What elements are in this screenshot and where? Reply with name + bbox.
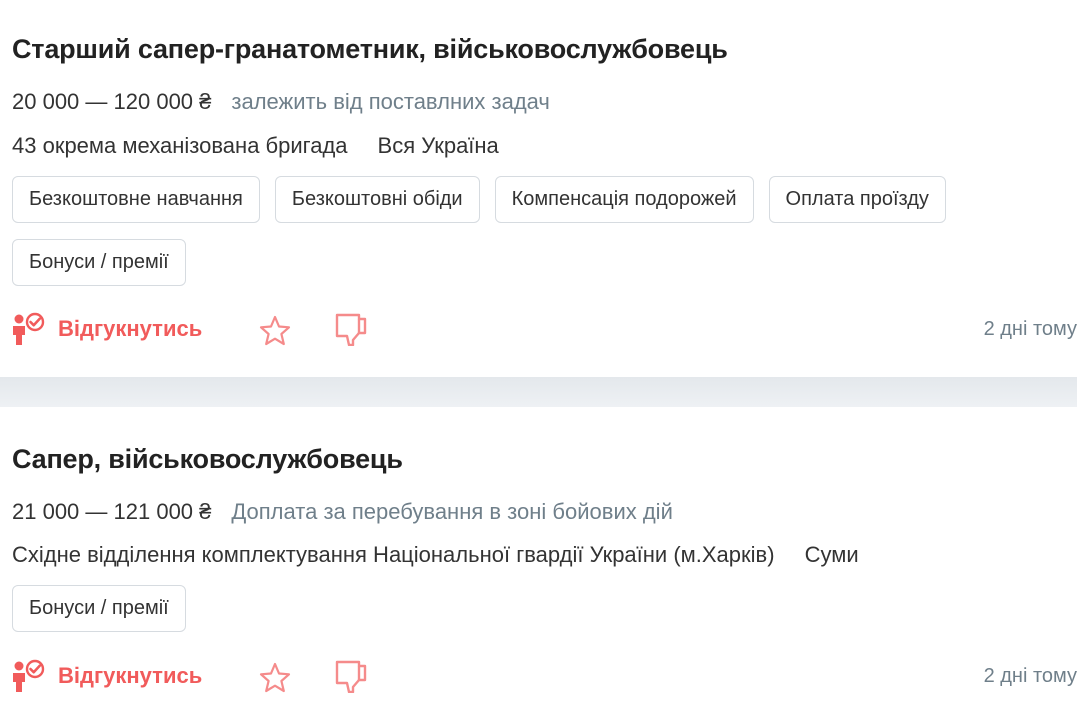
apply-label: Відгукнутись: [58, 316, 203, 341]
salary-note: залежить від поставлних задач: [231, 89, 550, 114]
vacancy-actions: Відгукнутись 2 дні тому: [12, 659, 1077, 695]
company-line: 43 окрема механізована бригада Вся Украї…: [12, 133, 499, 159]
card-divider: [0, 377, 1077, 407]
thumbs-down-icon[interactable]: [334, 659, 368, 693]
company-name[interactable]: Східне відділення комплектування Націона…: [12, 542, 775, 568]
apply-button[interactable]: Відгукнутись: [12, 659, 202, 693]
salary-range: 20 000 — 120 000 ₴: [12, 89, 212, 114]
location: Суми: [804, 542, 859, 567]
salary-line: 21 000 — 121 000 ₴ Доплата за перебуванн…: [12, 499, 673, 525]
vacancy-card: Сапер, військовослужбовець 21 000 — 121 …: [0, 407, 1077, 714]
benefit-tag: Оплата проїзду: [768, 176, 946, 223]
benefit-tags: Безкоштовне навчання Безкоштовні обіди К…: [12, 176, 1042, 286]
company-name[interactable]: 43 окрема механізована бригада: [12, 133, 348, 159]
person-check-icon: [13, 659, 45, 692]
benefit-tag: Бонуси / премії: [12, 585, 186, 632]
posted-time: 2 дні тому: [983, 665, 1077, 687]
thumbs-down-icon[interactable]: [334, 312, 368, 346]
benefit-tag: Бонуси / премії: [12, 239, 186, 286]
person-check-icon: [13, 312, 45, 345]
benefit-tag: Безкоштовні обіди: [274, 176, 480, 223]
salary-line: 20 000 — 120 000 ₴ залежить від поставлн…: [12, 89, 550, 115]
posted-time: 2 дні тому: [983, 318, 1077, 340]
vacancy-actions: Відгукнутись 2 дні тому: [12, 312, 1077, 348]
salary-note: Доплата за перебування в зоні бойових ді…: [231, 499, 673, 524]
vacancy-title[interactable]: Сапер, військовослужбовець: [12, 444, 403, 475]
star-icon[interactable]: [258, 314, 292, 348]
apply-label: Відгукнутись: [58, 663, 203, 688]
location: Вся Україна: [377, 133, 499, 158]
salary-range: 21 000 — 121 000 ₴: [12, 499, 212, 524]
vacancy-title[interactable]: Старший сапер-гранатометник, військовосл…: [12, 34, 728, 65]
benefit-tag: Компенсація подорожей: [494, 176, 754, 223]
vacancy-card: Старший сапер-гранатометник, військовосл…: [0, 0, 1077, 377]
benefit-tags: Бонуси / премії: [12, 585, 1042, 632]
apply-button[interactable]: Відгукнутись: [12, 312, 202, 346]
company-line: Східне відділення комплектування Націона…: [12, 542, 859, 568]
benefit-tag: Безкоштовне навчання: [12, 176, 260, 223]
star-icon[interactable]: [258, 661, 292, 695]
